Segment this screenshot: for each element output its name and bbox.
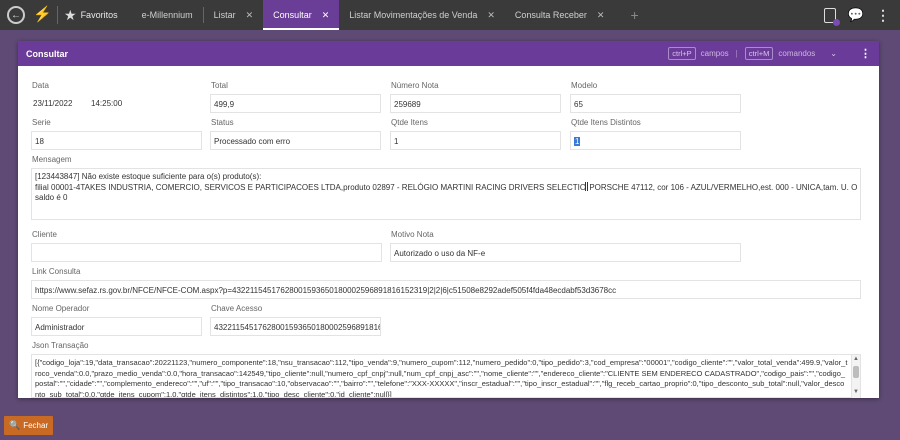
qtde-itens-distintos-field[interactable]: 1: [570, 131, 741, 150]
hint-separator: |: [735, 49, 738, 58]
total-label: Total: [211, 81, 228, 90]
tab-label: Consultar: [273, 10, 312, 20]
status-label: Status: [211, 118, 234, 127]
data-date-value[interactable]: 23/11/2022: [33, 99, 72, 108]
qtde-itens-distintos-value: 1: [574, 137, 581, 146]
qtde-itens-field[interactable]: 1: [390, 131, 561, 150]
fields-shortcut-label: campos: [700, 49, 729, 58]
star-icon: ★: [64, 6, 77, 23]
qtde-itens-value: 1: [394, 137, 399, 146]
cliente-field[interactable]: [31, 243, 382, 262]
tab-consultar[interactable]: Consultar ✕: [263, 0, 340, 30]
nome-operador-label: Nome Operador: [32, 304, 90, 313]
close-icon[interactable]: ✕: [246, 10, 254, 21]
more-vertical-icon[interactable]: ⋮: [860, 47, 871, 60]
divider: [57, 6, 58, 24]
json-transacao-field[interactable]: [{"codigo_loja":19,"data_transacao":2022…: [31, 354, 861, 398]
commands-shortcut-key[interactable]: ctrl+M: [744, 47, 774, 60]
modelo-field[interactable]: 65: [570, 94, 741, 113]
numero-nota-value: 259689: [394, 100, 421, 109]
fechar-button[interactable]: 🔍 Fechar: [4, 416, 54, 435]
serie-label: Serie: [32, 118, 51, 127]
commands-shortcut-label: comandos: [778, 49, 816, 58]
mensagem-line-2: filial 00001-4TAKES INDUSTRIA, COMERCIO,…: [35, 182, 857, 193]
scroll-down-icon[interactable]: ▼: [852, 388, 860, 397]
more-vertical-icon[interactable]: ⋮: [876, 7, 890, 24]
modelo-value: 65: [574, 100, 583, 109]
tab-label: Listar Movimentações de Venda: [349, 10, 478, 20]
tab-consulta-receber[interactable]: Consulta Receber ✕: [505, 0, 615, 30]
tab-e-millennium[interactable]: e-Millennium: [132, 0, 203, 30]
chave-acesso-field[interactable]: 4322115451762800159365018000259689181615…: [210, 317, 381, 336]
tab-listar[interactable]: Listar ✕: [204, 0, 264, 30]
data-label: Data: [32, 81, 49, 90]
tab-label: Listar: [213, 10, 236, 20]
serie-field[interactable]: 18: [31, 131, 202, 150]
numero-nota-label: Número Nota: [391, 81, 439, 90]
close-icon[interactable]: ✕: [487, 10, 495, 21]
mensagem-label: Mensagem: [32, 155, 72, 164]
dialog-header: Consultar ctrl+P campos | ctrl+M comando…: [18, 41, 879, 66]
clipboard-icon[interactable]: [823, 7, 840, 26]
motivo-nota-label: Motivo Nota: [391, 230, 434, 239]
back-icon[interactable]: ←: [7, 6, 25, 24]
link-consulta-value: https://www.sefaz.rs.gov.br/NFCE/NFCE-CO…: [35, 286, 617, 295]
data-time-value[interactable]: 14:25:00: [91, 99, 122, 108]
chevron-down-icon[interactable]: ⌄: [830, 49, 837, 58]
notification-dot: [832, 18, 840, 26]
qtde-itens-label: Qtde Itens: [391, 118, 428, 127]
chave-acesso-value: 4322115451762800159365018000259689181615…: [214, 323, 381, 332]
close-icon[interactable]: ✕: [597, 10, 605, 21]
logo-icon[interactable]: ⚡: [33, 7, 52, 23]
top-bar: ← ⚡ ★ Favoritos e-Millennium Listar ✕ Co…: [0, 0, 900, 30]
nome-operador-field[interactable]: Administrador: [31, 317, 202, 336]
mensagem-line-1: [123443847] Não existe estoque suficient…: [35, 172, 262, 181]
modelo-label: Modelo: [571, 81, 598, 90]
add-tab-icon[interactable]: +: [630, 7, 638, 23]
scroll-up-icon[interactable]: ▲: [852, 355, 860, 364]
favorites-label: Favoritos: [80, 10, 118, 20]
top-bar-actions: 💬 ⋮: [823, 0, 890, 30]
mensagem-field[interactable]: [123443847] Não existe estoque suficient…: [31, 168, 861, 220]
json-scrollbar[interactable]: ▲ ▼: [851, 355, 860, 398]
tab-label: e-Millennium: [141, 10, 193, 20]
dialog-title: Consultar: [26, 48, 69, 59]
fechar-label: Fechar: [23, 421, 49, 430]
mensagem-line-2a: filial 00001-4TAKES INDUSTRIA, COMERCIO,…: [35, 183, 587, 192]
chat-icon[interactable]: 💬: [848, 7, 864, 23]
tab-label: Consulta Receber: [514, 10, 587, 20]
numero-nota-field[interactable]: 259689: [390, 94, 561, 113]
mensagem-line-2b: PORSCHE 47112, cor 106 - AZUL/VERMELHO,e…: [587, 183, 858, 192]
motivo-nota-field[interactable]: Autorizado o uso da NF-e: [390, 243, 741, 262]
search-icon: 🔍: [9, 420, 21, 430]
chave-acesso-label: Chave Acesso: [211, 304, 263, 313]
fields-shortcut-key[interactable]: ctrl+P: [668, 47, 696, 60]
motivo-nota-value: Autorizado o uso da NF-e: [394, 249, 486, 258]
mensagem-line-3: saldo é 0: [35, 193, 68, 202]
qtde-itens-distintos-label: Qtde Itens Distintos: [571, 118, 641, 127]
nome-operador-value: Administrador: [35, 323, 85, 332]
tab-listar-movimentacoes[interactable]: Listar Movimentações de Venda ✕: [339, 0, 505, 30]
scrollbar-thumb[interactable]: [853, 366, 859, 378]
link-consulta-field[interactable]: https://www.sefaz.rs.gov.br/NFCE/NFCE-CO…: [31, 280, 861, 299]
favorites-button[interactable]: ★ Favoritos: [64, 7, 118, 24]
status-value: Processado com erro: [214, 137, 291, 146]
status-field[interactable]: Processado com erro: [210, 131, 381, 150]
keyboard-hints: ctrl+P campos | ctrl+M comandos ⌄ ⋮: [668, 47, 871, 60]
json-transacao-label: Json Transação: [32, 341, 89, 350]
close-icon[interactable]: ✕: [322, 10, 330, 21]
total-field[interactable]: 499,9: [210, 94, 381, 113]
link-consulta-label: Link Consulta: [32, 267, 81, 276]
cliente-label: Cliente: [32, 230, 57, 239]
total-value: 499,9: [214, 100, 235, 109]
json-transacao-value: [{"codigo_loja":19,"data_transacao":2022…: [35, 358, 848, 398]
serie-value: 18: [35, 137, 44, 146]
